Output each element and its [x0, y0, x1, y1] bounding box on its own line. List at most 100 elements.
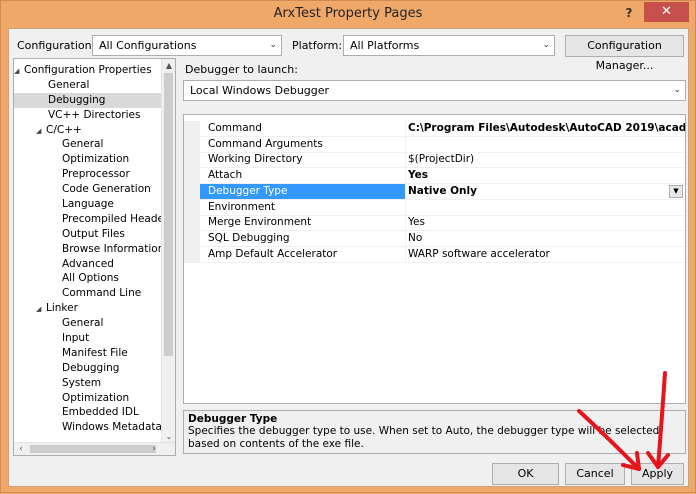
- row-gutter: [184, 199, 200, 216]
- property-name[interactable]: Attach: [200, 168, 406, 185]
- property-value[interactable]: WARP software accelerator: [406, 247, 685, 263]
- tree-item[interactable]: Output Files: [14, 227, 162, 242]
- tree-horizontal-scrollbar[interactable]: ‹ ›: [14, 442, 175, 455]
- dialog-client-area: Configuration: All Configurations ⌄ Plat…: [8, 28, 689, 487]
- debugger-launch-label: Debugger to launch:: [185, 63, 298, 76]
- chevron-down-icon: ⌄: [673, 85, 681, 95]
- tree-item-label: Language: [62, 198, 114, 211]
- description-panel: Debugger Type Specifies the debugger typ…: [183, 410, 686, 454]
- cancel-button[interactable]: Cancel: [565, 463, 625, 485]
- chevron-down-icon[interactable]: ▼: [669, 184, 683, 198]
- property-value[interactable]: No: [406, 231, 685, 247]
- tree-item[interactable]: Debugging: [14, 361, 162, 376]
- tree-item-label: General: [62, 138, 104, 151]
- configuration-value: All Configurations: [99, 39, 197, 52]
- property-value[interactable]: [406, 137, 685, 153]
- window-title: ArxTest Property Pages: [273, 6, 423, 21]
- tree-item-label: Code Generation: [62, 183, 151, 196]
- tree-item[interactable]: System: [14, 376, 162, 391]
- property-row[interactable]: Attach Yes: [184, 168, 685, 185]
- property-tree[interactable]: ◢ Configuration Properties General Debuggin…: [13, 58, 176, 456]
- tree-item-label: Input: [62, 332, 90, 345]
- tree-item-label: Preprocessor: [62, 168, 130, 181]
- property-value-text: $(ProjectDir): [408, 153, 475, 166]
- property-value[interactable]: Yes: [406, 215, 685, 232]
- debugger-launch-dropdown[interactable]: Local Windows Debugger ⌄: [183, 80, 686, 101]
- apply-button[interactable]: Apply: [631, 463, 684, 485]
- property-name[interactable]: SQL Debugging: [200, 230, 406, 247]
- scroll-thumb[interactable]: [164, 73, 173, 356]
- tree-item[interactable]: Debugging: [14, 92, 162, 108]
- scroll-up-icon[interactable]: ▲: [162, 59, 175, 72]
- ok-button[interactable]: OK: [492, 463, 559, 485]
- close-button[interactable]: ✕: [644, 2, 689, 22]
- tree-item-label: Precompiled Heade: [62, 212, 162, 225]
- configuration-dropdown[interactable]: All Configurations ⌄: [92, 35, 282, 56]
- tree-item[interactable]: Embedded IDL: [14, 405, 162, 420]
- tree-item[interactable]: All Options: [14, 271, 162, 286]
- property-value[interactable]: C:\Program Files\Autodesk\AutoCAD 2019\a…: [406, 121, 685, 137]
- property-row[interactable]: Debugger Type Native Only ▼: [184, 183, 685, 200]
- tree-item[interactable]: General: [14, 316, 162, 331]
- property-value[interactable]: Native Only ▼: [406, 184, 685, 200]
- property-name[interactable]: Debugger Type: [200, 183, 406, 200]
- configuration-label: Configuration:: [17, 39, 96, 52]
- tree-item[interactable]: Command Line: [14, 286, 162, 301]
- tree-item[interactable]: Preprocessor: [14, 167, 162, 182]
- property-value-text: Yes: [408, 216, 425, 229]
- tree-item[interactable]: ◢ Configuration Properties: [14, 63, 162, 78]
- tree-item[interactable]: Windows Metadata: [14, 420, 162, 435]
- tree-item-label: Embedded IDL: [62, 406, 139, 419]
- property-name[interactable]: Command Arguments: [200, 136, 406, 153]
- scroll-left-icon[interactable]: ‹: [14, 443, 28, 455]
- property-row[interactable]: Environment: [184, 199, 685, 216]
- tree-item-label: Command Line: [62, 287, 142, 300]
- expand-arrow-icon[interactable]: ◢: [14, 64, 24, 78]
- scroll-thumb[interactable]: [30, 445, 156, 453]
- property-name[interactable]: Environment: [200, 199, 406, 216]
- property-value[interactable]: [406, 200, 685, 216]
- property-value[interactable]: $(ProjectDir): [406, 152, 685, 169]
- tree-item-label: Optimization: [62, 391, 130, 404]
- tree-item[interactable]: General: [14, 137, 162, 152]
- tree-item[interactable]: Language: [14, 197, 162, 212]
- tree-item-label: Windows Metadata: [62, 421, 162, 434]
- property-row[interactable]: Command Arguments: [184, 136, 685, 153]
- property-row[interactable]: Merge Environment Yes: [184, 215, 685, 232]
- tree-item[interactable]: Browse Information: [14, 242, 162, 257]
- property-name[interactable]: Command: [200, 121, 406, 137]
- configuration-manager-button[interactable]: Configuration Manager...: [565, 35, 684, 72]
- tree-item[interactable]: Code Generation: [14, 182, 162, 197]
- tree-item[interactable]: Optimization: [14, 152, 162, 167]
- tree-item[interactable]: Manifest File: [14, 346, 162, 361]
- property-row[interactable]: Working Directory $(ProjectDir): [184, 152, 685, 169]
- expand-arrow-icon[interactable]: ◢: [36, 302, 46, 316]
- property-name[interactable]: Amp Default Accelerator: [200, 246, 406, 263]
- property-name[interactable]: Working Directory: [200, 152, 406, 169]
- tree-item[interactable]: General: [14, 78, 162, 93]
- tree-item[interactable]: Advanced: [14, 257, 162, 272]
- property-row[interactable]: SQL Debugging No: [184, 230, 685, 247]
- tree-item[interactable]: Precompiled Heade: [14, 212, 162, 227]
- property-value[interactable]: Yes: [406, 168, 685, 185]
- property-value-text: Native Only: [408, 184, 477, 197]
- tree-item[interactable]: ◢ Linker: [14, 301, 162, 316]
- tree-item[interactable]: Input: [14, 331, 162, 346]
- tree-item[interactable]: Optimization: [14, 391, 162, 406]
- platform-dropdown[interactable]: All Platforms ⌄: [343, 35, 555, 56]
- tree-item[interactable]: VC++ Directories: [14, 108, 162, 123]
- help-button[interactable]: ?: [619, 3, 639, 23]
- property-name[interactable]: Merge Environment: [200, 215, 406, 232]
- debugger-launch-value: Local Windows Debugger: [190, 84, 330, 97]
- expand-arrow-icon[interactable]: ◢: [36, 124, 46, 138]
- tree-item-label: VC++ Directories: [48, 108, 141, 121]
- row-gutter: [184, 136, 200, 153]
- tree-item-label: Debugging: [48, 93, 106, 106]
- tree-vertical-scrollbar[interactable]: ▲ ⌄: [161, 59, 175, 443]
- scroll-right-icon[interactable]: ›: [147, 443, 161, 455]
- property-row[interactable]: Command C:\Program Files\Autodesk\AutoCAD…: [184, 121, 685, 137]
- row-gutter: [184, 168, 200, 185]
- property-row[interactable]: Amp Default Accelerator WARP software acc…: [184, 246, 685, 263]
- tree-item[interactable]: ◢ C/C++: [14, 123, 162, 138]
- tree-item-label: Advanced: [62, 257, 114, 270]
